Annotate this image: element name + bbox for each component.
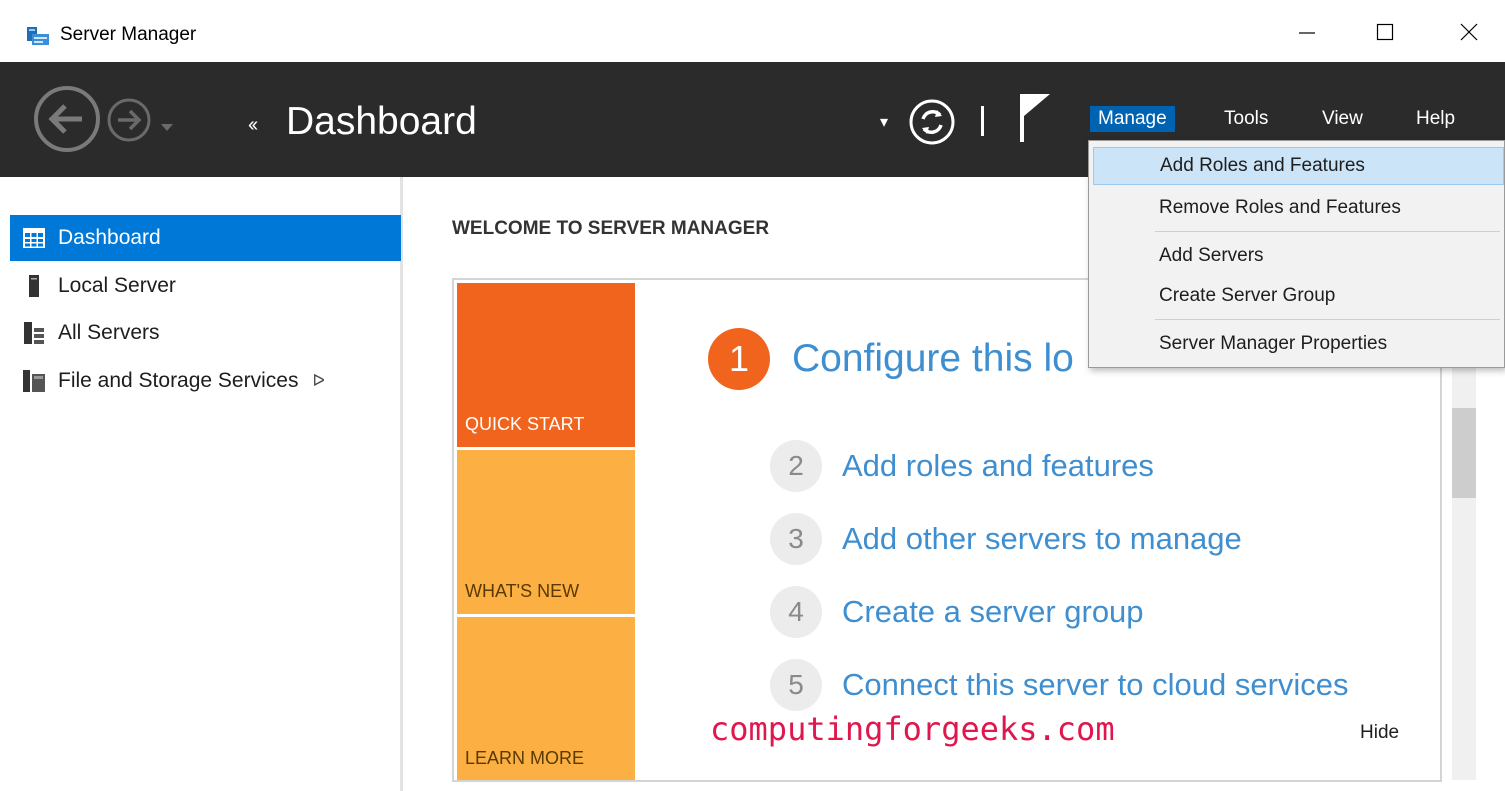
menu-item-add-servers[interactable]: Add Servers	[1093, 237, 1504, 275]
step-number-badge: 4	[770, 586, 822, 638]
step-link[interactable]: Configure this lo	[792, 337, 1074, 381]
menu-item-server-manager-properties[interactable]: Server Manager Properties	[1093, 325, 1504, 363]
menu-tools[interactable]: Tools	[1216, 106, 1276, 132]
submenu-arrow-icon[interactable]: ᐅ	[312, 371, 324, 391]
sidebar-item-label: Local Server	[58, 274, 176, 297]
menu-item-create-server-group[interactable]: Create Server Group	[1093, 277, 1504, 315]
sidebar-item-all-servers[interactable]: All Servers	[10, 310, 401, 356]
vertical-scrollbar[interactable]	[1452, 360, 1476, 780]
sidebar-item-dashboard[interactable]: Dashboard	[10, 215, 401, 261]
menu-separator	[1155, 319, 1500, 320]
hide-link[interactable]: Hide	[1360, 722, 1399, 744]
minimize-icon	[1297, 22, 1317, 47]
tile-learn-more[interactable]: LEARN MORE	[457, 617, 635, 780]
manage-menu-dropdown: Add Roles and Features Remove Roles and …	[1088, 140, 1505, 368]
tile-quick-start[interactable]: QUICK START	[457, 283, 635, 447]
all-servers-icon	[10, 322, 58, 344]
step-number-badge: 5	[770, 659, 822, 711]
step-configure-local-server[interactable]: 1 Configure this lo	[708, 328, 1074, 390]
notification-flag-icon[interactable]	[1018, 92, 1054, 153]
local-server-icon	[10, 275, 58, 297]
server-manager-icon	[26, 26, 50, 46]
sidebar-item-label: All Servers	[58, 321, 160, 344]
step-add-servers[interactable]: 3 Add other servers to manage	[770, 513, 1242, 565]
history-dropdown-icon[interactable]	[160, 120, 174, 138]
menu-item-remove-roles-features[interactable]: Remove Roles and Features	[1093, 189, 1504, 227]
step-number-badge: 3	[770, 513, 822, 565]
welcome-heading: WELCOME TO SERVER MANAGER	[452, 218, 770, 239]
sidebar-item-file-and-storage[interactable]: File and Storage Services ᐅ	[10, 358, 401, 404]
minimize-button[interactable]	[1284, 14, 1330, 54]
step-add-roles[interactable]: 2 Add roles and features	[770, 440, 1154, 492]
menu-separator	[1155, 231, 1500, 232]
step-number-badge: 2	[770, 440, 822, 492]
step-link[interactable]: Add other servers to manage	[842, 521, 1242, 557]
forward-arrow-icon[interactable]	[106, 97, 152, 148]
tile-label: LEARN MORE	[465, 748, 585, 768]
back-arrow-icon[interactable]	[32, 84, 102, 159]
menu-view[interactable]: View	[1314, 106, 1371, 132]
step-link[interactable]: Connect this server to cloud services	[842, 667, 1349, 703]
page-title: Dashboard	[286, 100, 477, 143]
close-button[interactable]	[1446, 14, 1492, 54]
step-connect-cloud[interactable]: 5 Connect this server to cloud services	[770, 659, 1349, 711]
step-link[interactable]: Add roles and features	[842, 448, 1154, 484]
file-storage-icon	[10, 370, 58, 392]
window-title-bar: Server Manager	[0, 0, 1505, 62]
navigation-sidebar: Dashboard Local Server All Servers File …	[0, 177, 403, 791]
dashboard-grid-icon	[10, 228, 58, 248]
refresh-icon[interactable]	[908, 98, 956, 151]
watermark-text: computingforgeeks.com	[710, 710, 1115, 748]
scrollbar-thumb[interactable]	[1452, 408, 1476, 498]
toolbar-separator	[981, 106, 984, 136]
step-link[interactable]: Create a server group	[842, 594, 1144, 630]
step-create-group[interactable]: 4 Create a server group	[770, 586, 1144, 638]
sidebar-item-label: File and Storage Services	[58, 369, 299, 392]
close-icon	[1459, 22, 1479, 47]
maximize-icon	[1375, 22, 1395, 47]
maximize-button[interactable]	[1362, 14, 1408, 54]
tile-label: QUICK START	[465, 414, 585, 434]
menu-help[interactable]: Help	[1408, 106, 1463, 132]
window-title: Server Manager	[60, 24, 197, 45]
breadcrumb-dropdown-caret[interactable]: ▾	[880, 112, 888, 132]
menu-item-add-roles-features[interactable]: Add Roles and Features	[1093, 147, 1504, 185]
tile-label: WHAT'S NEW	[465, 581, 580, 601]
sidebar-item-label: Dashboard	[58, 226, 161, 249]
sidebar-item-local-server[interactable]: Local Server	[10, 263, 401, 309]
breadcrumb-collapse-arrows[interactable]: ‹‹	[248, 114, 258, 137]
step-number-badge: 1	[708, 328, 770, 390]
menu-manage[interactable]: Manage	[1090, 106, 1175, 132]
tile-whats-new[interactable]: WHAT'S NEW	[457, 450, 635, 614]
